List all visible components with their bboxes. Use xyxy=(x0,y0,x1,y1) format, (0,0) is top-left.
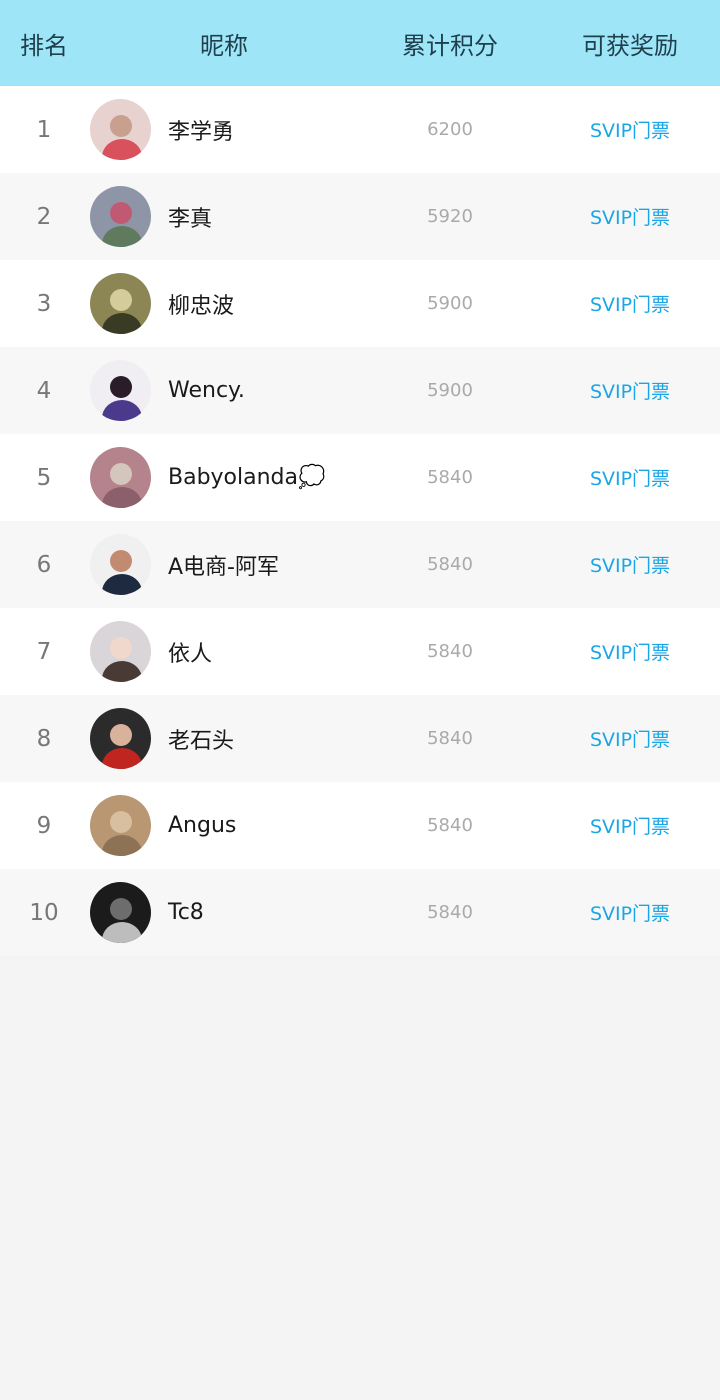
avatar-image xyxy=(90,273,151,334)
avatar-image xyxy=(90,360,151,421)
avatar[interactable] xyxy=(90,534,151,595)
nickname: 李学勇 xyxy=(168,119,235,145)
leaderboard-row[interactable]: 5 Babyolanda💭 5840 SVIP门票 xyxy=(0,434,720,521)
avatar-image xyxy=(90,882,151,943)
rank-number: 9 xyxy=(36,812,52,839)
nickname: Babyolanda💭 xyxy=(168,465,326,490)
rank-number: 2 xyxy=(36,203,52,230)
reward-link[interactable]: SVIP门票 xyxy=(540,464,720,491)
header-nickname: 昵称 xyxy=(200,31,248,60)
score-value: 5840 xyxy=(427,815,473,836)
score-value: 5840 xyxy=(427,641,473,662)
user-cell: A电商-阿军 xyxy=(88,534,360,595)
user-cell: 依人 xyxy=(88,621,360,682)
user-cell: 老石头 xyxy=(88,708,360,769)
reward-link[interactable]: SVIP门票 xyxy=(540,638,720,665)
leaderboard-row[interactable]: 6 A电商-阿军 5840 SVIP门票 xyxy=(0,521,720,608)
reward-link[interactable]: SVIP门票 xyxy=(540,899,720,926)
user-cell: Wency. xyxy=(88,360,360,421)
nickname: Angus xyxy=(168,813,237,838)
rank-number: 8 xyxy=(36,725,52,752)
score-value: 5840 xyxy=(427,728,473,749)
reward-link[interactable]: SVIP门票 xyxy=(540,290,720,317)
avatar[interactable] xyxy=(90,186,151,247)
header-rank: 排名 xyxy=(20,31,68,60)
avatar[interactable] xyxy=(90,708,151,769)
rank-number: 7 xyxy=(36,638,52,665)
user-cell: Angus xyxy=(88,795,360,856)
avatar-image xyxy=(90,534,151,595)
rank-number: 1 xyxy=(36,116,52,143)
reward-link[interactable]: SVIP门票 xyxy=(540,551,720,578)
leaderboard-header: 排名 昵称 累计积分 可获奖励 xyxy=(0,0,720,86)
rank-number: 5 xyxy=(36,464,52,491)
rank-number: 4 xyxy=(36,377,52,404)
leaderboard-row[interactable]: 10 Tc8 5840 SVIP门票 xyxy=(0,869,720,956)
score-value: 5900 xyxy=(427,380,473,401)
avatar[interactable] xyxy=(90,360,151,421)
avatar[interactable] xyxy=(90,447,151,508)
score-value: 5840 xyxy=(427,902,473,923)
avatar-image xyxy=(90,186,151,247)
reward-link[interactable]: SVIP门票 xyxy=(540,725,720,752)
avatar-image xyxy=(90,708,151,769)
score-value: 5840 xyxy=(427,467,473,488)
rank-number: 10 xyxy=(29,899,59,926)
nickname: 李真 xyxy=(168,206,213,232)
avatar[interactable] xyxy=(90,621,151,682)
leaderboard-row[interactable]: 8 老石头 5840 SVIP门票 xyxy=(0,695,720,782)
avatar-image xyxy=(90,621,151,682)
user-cell: 李学勇 xyxy=(88,99,360,160)
header-score: 累计积分 xyxy=(402,31,498,60)
score-value: 5840 xyxy=(427,554,473,575)
reward-link[interactable]: SVIP门票 xyxy=(540,116,720,143)
reward-link[interactable]: SVIP门票 xyxy=(540,812,720,839)
leaderboard-list: 1 李学勇 6200 SVIP门票 2 李真 5920 SVIP门票 3 柳忠波… xyxy=(0,86,720,956)
avatar-image xyxy=(90,795,151,856)
avatar[interactable] xyxy=(90,99,151,160)
nickname: 柳忠波 xyxy=(168,293,235,319)
avatar-image xyxy=(90,447,151,508)
rank-number: 3 xyxy=(36,290,52,317)
reward-link[interactable]: SVIP门票 xyxy=(540,203,720,230)
user-cell: Babyolanda💭 xyxy=(88,447,360,508)
nickname: 依人 xyxy=(168,641,213,667)
leaderboard-row[interactable]: 2 李真 5920 SVIP门票 xyxy=(0,173,720,260)
user-cell: 柳忠波 xyxy=(88,273,360,334)
avatar[interactable] xyxy=(90,273,151,334)
nickname: Tc8 xyxy=(168,900,204,925)
score-value: 6200 xyxy=(427,119,473,140)
score-value: 5900 xyxy=(427,293,473,314)
avatar[interactable] xyxy=(90,795,151,856)
nickname: A电商-阿军 xyxy=(168,554,279,580)
leaderboard-row[interactable]: 3 柳忠波 5900 SVIP门票 xyxy=(0,260,720,347)
user-cell: 李真 xyxy=(88,186,360,247)
rank-number: 6 xyxy=(36,551,52,578)
avatar[interactable] xyxy=(90,882,151,943)
leaderboard-row[interactable]: 1 李学勇 6200 SVIP门票 xyxy=(0,86,720,173)
nickname: 老石头 xyxy=(168,728,235,754)
user-cell: Tc8 xyxy=(88,882,360,943)
avatar-image xyxy=(90,99,151,160)
reward-link[interactable]: SVIP门票 xyxy=(540,377,720,404)
nickname: Wency. xyxy=(168,378,245,403)
score-value: 5920 xyxy=(427,206,473,227)
header-reward: 可获奖励 xyxy=(582,31,678,60)
leaderboard-row[interactable]: 9 Angus 5840 SVIP门票 xyxy=(0,782,720,869)
leaderboard-row[interactable]: 7 依人 5840 SVIP门票 xyxy=(0,608,720,695)
leaderboard-row[interactable]: 4 Wency. 5900 SVIP门票 xyxy=(0,347,720,434)
